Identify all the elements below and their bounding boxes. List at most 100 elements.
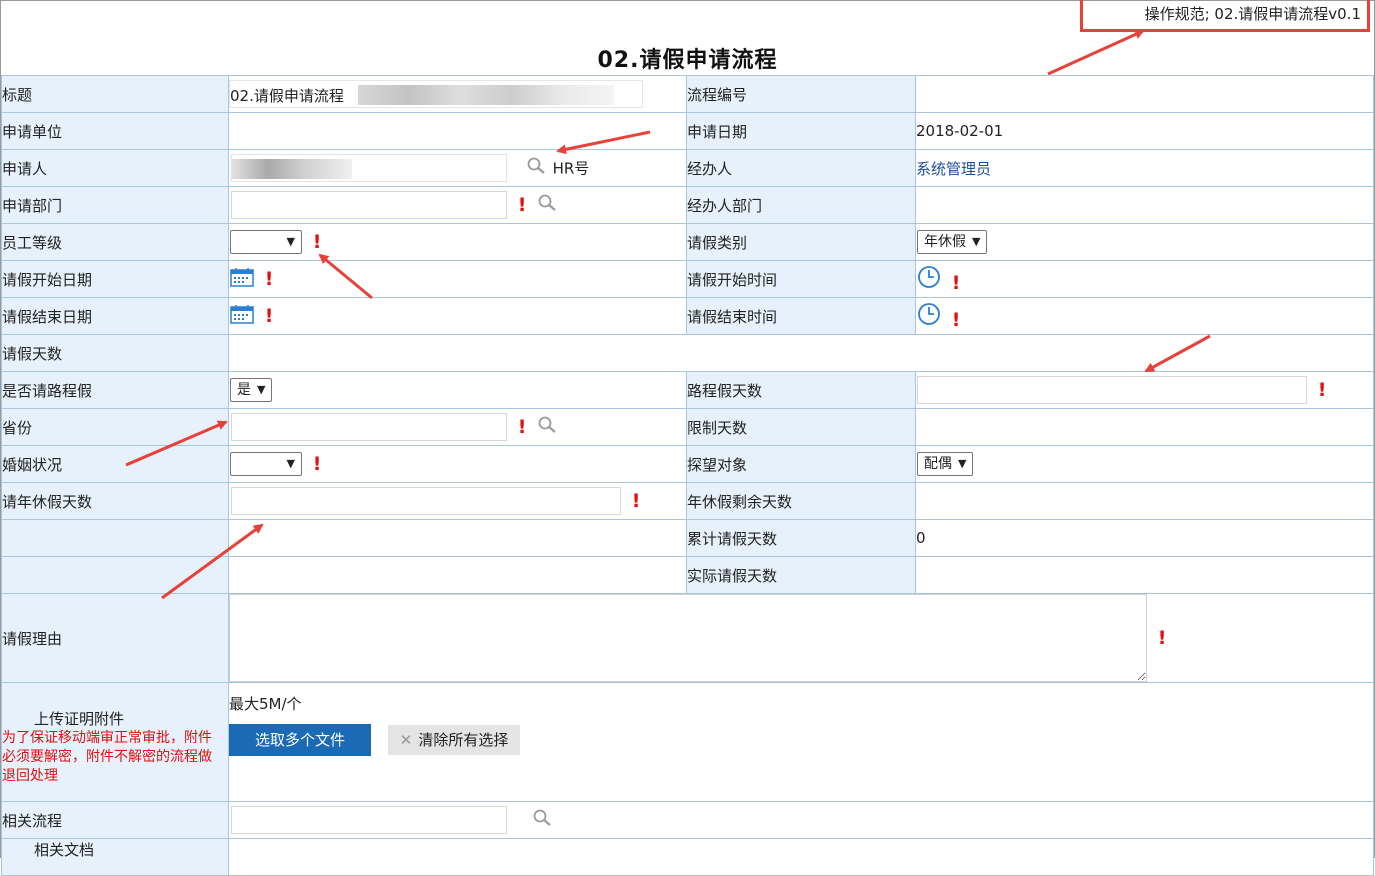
applicant-cell: HR号 — [228, 149, 687, 187]
search-icon[interactable] — [532, 809, 554, 831]
required-icon: ! — [951, 309, 961, 331]
start-date-label: 请假开始日期 — [1, 260, 229, 298]
required-icon: ! — [312, 453, 322, 475]
calendar-icon[interactable] — [230, 304, 254, 328]
handler-dept-label: 经办人部门 — [686, 186, 916, 224]
annual-remaining-value — [915, 482, 1374, 520]
clock-icon[interactable] — [917, 265, 941, 293]
related-flow-cell — [228, 801, 1374, 839]
form-row: 申请人 HR号 经办人 系统管理员 — [1, 149, 1374, 187]
staff-grade-select[interactable]: ▼ — [230, 230, 302, 254]
road-days-input[interactable] — [917, 376, 1307, 404]
road-leave-cell: 是 ▼ — [228, 371, 687, 409]
province-label: 省份 — [1, 408, 229, 446]
required-icon: ! — [264, 268, 274, 290]
apply-date-label: 申请日期 — [686, 112, 916, 150]
handler-dept-value — [915, 186, 1374, 224]
required-icon: ! — [631, 490, 641, 512]
clock-icon[interactable] — [917, 302, 941, 330]
road-days-label: 路程假天数 — [686, 371, 916, 409]
apply-dept-cell: ! — [228, 186, 687, 224]
form-row: 请假结束日期 ! 请假结束时间 ! — [1, 297, 1374, 335]
related-flow-label: 相关流程 — [1, 801, 229, 839]
form-row: 相关文档 — [1, 838, 1374, 876]
required-icon: ! — [1157, 627, 1167, 649]
form-row: 申请单位 申请日期 2018-02-01 — [1, 112, 1374, 150]
applicant-input[interactable] — [231, 154, 507, 182]
visit-target-cell: 配偶 ▼ — [915, 445, 1374, 483]
start-time-cell: ! — [915, 260, 1374, 298]
max-size-text: 最大5M/个 — [229, 695, 302, 713]
upload-label-cell: 上传证明附件 为了保证移动端审正常审批，附件必须要解密，附件不解密的流程做退回处… — [1, 682, 229, 802]
marital-label: 婚姻状况 — [1, 445, 229, 483]
reason-textarea[interactable] — [229, 594, 1147, 682]
title-input[interactable]: 02.请假申请流程 — [229, 80, 643, 108]
upload-note: 为了保证移动端审正常审批，附件必须要解密，附件不解密的流程做退回处理 — [2, 730, 213, 784]
form-row: 累计请假天数 0 — [1, 519, 1374, 557]
related-flow-input[interactable] — [231, 806, 507, 834]
spec-label: 操作规范; 02.请假申请流程v0.1 — [1144, 5, 1361, 23]
staff-grade-label: 员工等级 — [1, 223, 229, 261]
spec-annotation-box: 操作规范; 02.请假申请流程v0.1 — [1080, 0, 1370, 32]
page-title: 02.请假申请流程 — [597, 48, 778, 73]
flow-no-value — [915, 75, 1374, 113]
required-icon: ! — [517, 416, 527, 438]
upload-buttons: 选取多个文件 ✕ 清除所有选择 — [229, 724, 1373, 756]
form-row: 请假天数 — [1, 334, 1374, 372]
road-leave-value: 是 — [237, 382, 251, 398]
visit-target-select[interactable]: 配偶 ▼ — [917, 452, 974, 476]
leave-type-select[interactable]: 年休假 ▼ — [917, 230, 988, 254]
clear-selection-button[interactable]: ✕ 清除所有选择 — [387, 725, 521, 755]
select-files-button[interactable]: 选取多个文件 — [229, 724, 372, 756]
search-icon[interactable] — [537, 194, 559, 216]
form-row: 员工等级 ▼ ! 请假类别 年休假 ▼ — [1, 223, 1374, 261]
required-icon: ! — [517, 194, 527, 216]
province-input[interactable] — [231, 413, 507, 441]
calendar-icon[interactable] — [230, 267, 254, 291]
search-icon[interactable] — [537, 416, 559, 438]
road-days-cell: ! — [915, 371, 1374, 409]
visit-target-label: 探望对象 — [686, 445, 916, 483]
form-row: 请假开始日期 ! 请假开始时间 ! — [1, 260, 1374, 298]
unit-value — [228, 112, 687, 150]
leave-type-cell: 年休假 ▼ — [915, 223, 1374, 261]
chevron-down-icon: ▼ — [286, 457, 295, 470]
cumulative-value: 0 — [915, 519, 1374, 557]
end-time-label: 请假结束时间 — [686, 297, 916, 335]
annual-days-label: 请年休假天数 — [1, 482, 229, 520]
leave-type-value: 年休假 — [924, 234, 966, 250]
handler-name: 系统管理员 — [916, 159, 992, 178]
form-row: 请假理由 ! — [1, 593, 1374, 683]
form-row: 婚姻状况 ▼ ! 探望对象 配偶 ▼ — [1, 445, 1374, 483]
leave-form-table: 标题 02.请假申请流程 流程编号 申请单位 申请日期 2018-02-01 申… — [1, 75, 1374, 876]
marital-select[interactable]: ▼ — [230, 452, 302, 476]
form-row: 标题 02.请假申请流程 流程编号 — [1, 75, 1374, 113]
leave-days-value — [228, 334, 1374, 372]
redacted-blur — [232, 159, 352, 179]
road-leave-select[interactable]: 是 ▼ — [230, 378, 273, 402]
form-row: 相关流程 — [1, 801, 1374, 839]
leave-type-label: 请假类别 — [686, 223, 916, 261]
empty-label — [1, 556, 229, 594]
apply-dept-input[interactable] — [231, 191, 507, 219]
province-cell: ! — [228, 408, 687, 446]
form-row: 申请部门 ! 经办人部门 — [1, 186, 1374, 224]
reason-cell: ! — [228, 593, 1374, 683]
empty-value — [228, 519, 687, 557]
form-row: 省份 ! 限制天数 — [1, 408, 1374, 446]
clear-selection-label: 清除所有选择 — [418, 731, 509, 749]
chevron-down-icon: ▼ — [972, 235, 981, 248]
cumulative-label: 累计请假天数 — [686, 519, 916, 557]
annual-days-input[interactable] — [231, 487, 621, 515]
leave-days-label: 请假天数 — [1, 334, 229, 372]
form-row: 是否请路程假 是 ▼ 路程假天数 ! — [1, 371, 1374, 409]
limit-days-value — [915, 408, 1374, 446]
annual-remaining-label: 年休假剩余天数 — [686, 482, 916, 520]
handler-label: 经办人 — [686, 149, 916, 187]
end-time-cell: ! — [915, 297, 1374, 335]
upload-cell: 最大5M/个 选取多个文件 ✕ 清除所有选择 — [228, 682, 1374, 802]
chevron-down-icon: ▼ — [958, 457, 967, 470]
search-icon[interactable] — [526, 157, 548, 179]
apply-dept-label: 申请部门 — [1, 186, 229, 224]
title-value: 02.请假申请流程 — [230, 87, 344, 105]
